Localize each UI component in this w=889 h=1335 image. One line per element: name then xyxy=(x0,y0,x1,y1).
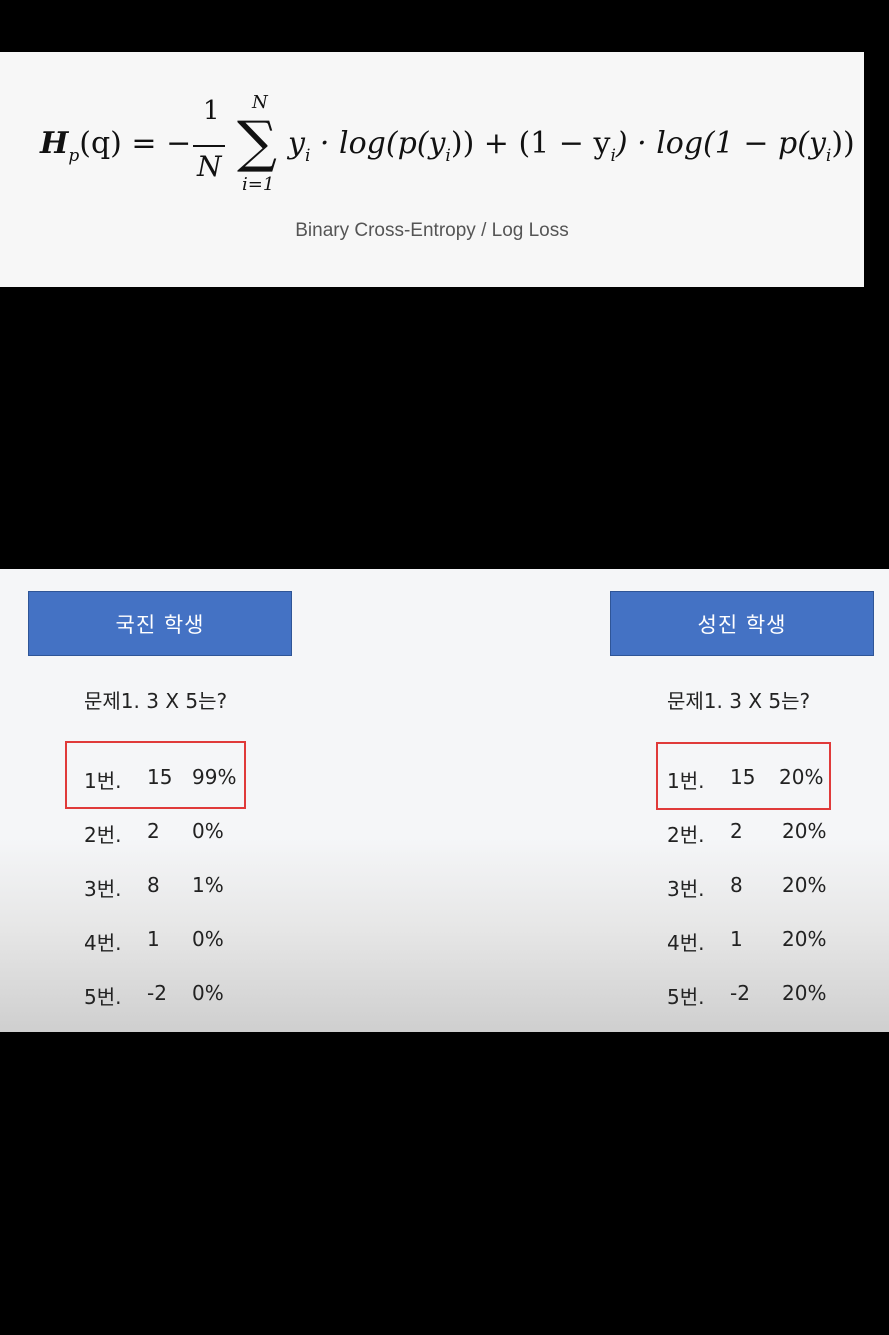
fraction-denominator: N xyxy=(197,150,222,183)
option-number: 2번. xyxy=(667,823,705,847)
formula-i4: i xyxy=(825,146,832,166)
formula-i2: i xyxy=(445,146,451,166)
formula-rhs: yi · log(p(yi)) + (1 − yi) · log(1 − p(y… xyxy=(288,126,855,166)
option-number: 3번. xyxy=(667,877,705,901)
fraction-bar xyxy=(193,145,225,147)
option-value: 8 xyxy=(730,873,743,897)
option-probability: 20% xyxy=(782,873,827,897)
highlight-box-left xyxy=(65,741,246,809)
formula-panel: Hp(q) = − 1 N N ∑ i=1 yi · log(p(yi)) + … xyxy=(0,52,864,287)
option-number: 2번. xyxy=(84,823,122,847)
formula-y1: y xyxy=(288,126,305,161)
formula-lhs: Hp(q) = − xyxy=(40,126,192,166)
formula-mid3: ) · log(1 − p(y xyxy=(615,126,826,161)
formula-h: H xyxy=(40,126,69,161)
option-value: -2 xyxy=(730,981,750,1005)
highlight-box-right xyxy=(656,742,831,810)
sigma-lower-text: i=1 xyxy=(242,174,275,195)
option-number: 4번. xyxy=(667,931,705,955)
question-left: 문제1. 3 X 5는? xyxy=(84,689,228,713)
option-probability: 20% xyxy=(782,981,827,1005)
fraction-numerator: 1 xyxy=(203,96,220,126)
student-comparison-panel: 국진 학생 문제1. 3 X 5는? 1번. 15 99% 2번. 2 0% 3… xyxy=(0,569,889,1032)
formula-caption: Binary Cross-Entropy / Log Loss xyxy=(295,220,569,241)
option-probability: 1% xyxy=(192,873,224,897)
formula-i1: i xyxy=(304,146,311,166)
formula-q-part: (q) = − xyxy=(79,126,192,161)
option-value: 1 xyxy=(730,927,743,951)
option-probability: 0% xyxy=(192,819,224,843)
option-probability: 20% xyxy=(782,927,827,951)
option-value: 2 xyxy=(147,819,160,843)
option-value: 1 xyxy=(147,927,160,951)
formula-mid2: )) + (1 − y xyxy=(450,126,611,161)
student-button-left[interactable]: 국진 학생 xyxy=(28,591,292,656)
question-right: 문제1. 3 X 5는? xyxy=(667,689,811,713)
formula-i3: i xyxy=(610,146,616,166)
sigma-symbol: ∑ xyxy=(237,110,277,175)
option-number: 5번. xyxy=(667,985,705,1009)
option-number: 4번. xyxy=(84,931,122,955)
formula-mid1: · log(p(y xyxy=(310,126,446,161)
option-probability: 0% xyxy=(192,927,224,951)
option-value: 8 xyxy=(147,873,160,897)
option-value: -2 xyxy=(147,981,167,1005)
option-probability: 20% xyxy=(782,819,827,843)
formula-end: )) xyxy=(831,126,855,161)
option-probability: 0% xyxy=(192,981,224,1005)
option-number: 5번. xyxy=(84,985,122,1009)
binary-cross-entropy-formula: Hp(q) = − 1 N N ∑ i=1 yi · log(p(yi)) + … xyxy=(40,92,855,212)
sigma-lower-limit: i=1 xyxy=(242,174,274,195)
option-number: 3번. xyxy=(84,877,122,901)
option-value: 2 xyxy=(730,819,743,843)
student-button-right[interactable]: 성진 학생 xyxy=(610,591,874,656)
formula-p-subscript: p xyxy=(68,146,80,166)
